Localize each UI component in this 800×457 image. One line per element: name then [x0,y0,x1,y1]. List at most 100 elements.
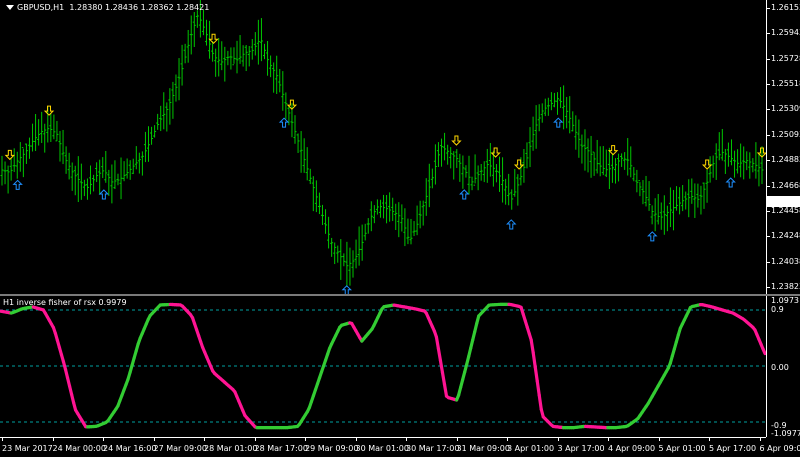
price-chart-pane[interactable]: GBPUSD,H1 1.28380 1.28436 1.28362 1.2842… [0,0,766,294]
price-bar [724,149,727,174]
price-bar [425,178,428,216]
price-bar [214,49,217,77]
price-bar [245,45,248,71]
price-bar [251,39,254,60]
price-bar [205,20,208,46]
price-bar [648,181,651,211]
price-bar [745,151,748,170]
time-axis-tick [608,438,609,441]
price-bar [449,147,452,168]
price-axis-tick [767,33,770,34]
time-axis-label: 3 Apr 01:00 [507,444,554,453]
price-bar [220,41,223,70]
price-bar [565,97,568,128]
price-bar [657,194,660,224]
price-bar [547,98,550,116]
price-bar [645,176,648,206]
current-price-marker [767,196,800,207]
price-bar [25,144,28,164]
indicator-axis[interactable]: 1.0973 0.9 0.00 -0.9 -1.0977 [766,296,800,437]
time-axis[interactable]: 23 Mar 201724 Mar 00:0024 Mar 16:0027 Ma… [0,437,766,457]
price-axis-tick [767,211,770,212]
price-bar [733,151,736,178]
price-bar [211,41,214,62]
time-axis-label: 28 Mar 01:00 [204,444,257,453]
price-chart[interactable] [0,0,766,294]
price-bar [187,30,190,63]
price-bar [489,143,492,177]
price-bar [428,164,431,207]
price-bar [501,157,504,202]
price-bar [721,129,724,161]
price-axis-label: 1.23823 [771,282,800,292]
price-bar [403,208,406,246]
indicator-segment [537,381,539,395]
price-bar [605,150,608,177]
price-axis-tick [767,8,770,9]
price-axis[interactable]: 1.261531.259431.257281.255181.253091.250… [766,0,800,294]
price-bar [68,153,71,180]
price-bar [28,138,31,159]
indicator-pane[interactable]: H1 inverse fisher of rsx 0.9979 [0,296,766,437]
price-bar [260,18,263,61]
price-bar [226,51,229,65]
price-bar [495,164,498,182]
price-bar [498,157,501,192]
price-bar [532,117,535,151]
price-bar [513,169,516,197]
time-axis-label: 27 Mar 09:00 [154,444,207,453]
price-bar [92,175,95,192]
price-bar [577,119,580,157]
price-bar [703,183,706,209]
price-bar [529,127,532,167]
time-axis-label: 23 Mar 2017 [2,444,53,453]
collapse-triangle-icon[interactable] [6,5,14,10]
price-bar [217,38,220,76]
price-bar [263,44,266,59]
price-bar [352,250,355,277]
price-bar [184,44,187,63]
price-bar [361,225,364,261]
price-bar [358,226,361,265]
ind-axis-zero: 0.00 [771,363,789,373]
price-bar [556,92,559,115]
price-bar [71,163,74,191]
price-bar [446,145,449,165]
price-bar [123,161,126,181]
price-bar [34,114,37,151]
price-bar [257,20,260,65]
price-bar [65,146,68,173]
indicator-segment [436,337,438,349]
arrow-up-icon [100,190,108,199]
price-bar [116,174,119,186]
price-bar [266,41,269,76]
indicator-segment [539,395,541,409]
price-bar [525,142,528,168]
price-bar [397,202,400,237]
price-bar [587,138,590,172]
price-bar [571,111,574,131]
indicator-chart[interactable] [0,296,766,437]
price-bar [406,219,409,245]
price-bar [370,201,373,231]
price-bar [638,181,641,197]
price-bar [455,149,458,168]
price-bar [641,180,644,204]
price-bar [62,130,65,164]
time-axis-tick [255,438,256,441]
price-bar [55,121,58,141]
price-bar [471,177,474,190]
price-bar [629,146,632,177]
price-axis-tick [767,109,770,110]
price-bar [272,62,275,92]
price-bar [467,156,470,195]
price-bar [474,154,477,185]
price-axis-tick [767,84,770,85]
price-bar [608,148,611,189]
price-bar [278,69,281,92]
price-bar [80,164,83,200]
price-bar [757,154,760,187]
price-bar [345,242,348,287]
price-bar [324,209,327,234]
price-bar [654,198,657,231]
